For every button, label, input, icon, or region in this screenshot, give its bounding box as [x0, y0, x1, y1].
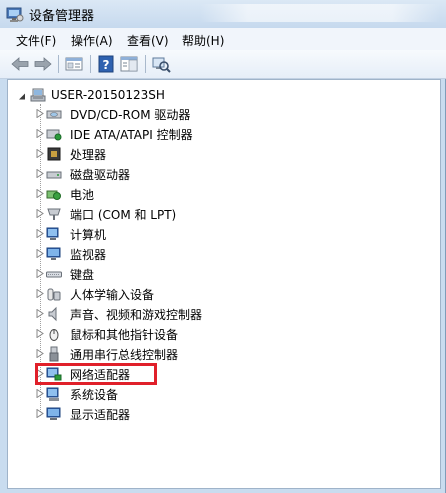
expand-arrow-icon[interactable]: [36, 349, 44, 358]
tree-item-label: 处理器: [70, 148, 107, 162]
menu-help[interactable]: 帮助(H): [182, 32, 224, 49]
tree-item-label: 监视器: [70, 248, 107, 262]
expand-arrow-icon[interactable]: [36, 109, 44, 118]
mouse-icon: [49, 329, 59, 341]
highlight-box: [35, 363, 157, 385]
tree-item-label: 磁盘驱动器: [70, 168, 131, 182]
tree-item-label: 系统设备: [70, 388, 119, 402]
speaker-icon: [48, 306, 57, 322]
expand-arrow-icon[interactable]: [36, 389, 44, 398]
computer-icon: [46, 227, 59, 240]
expand-arrow-icon[interactable]: [36, 209, 44, 218]
system-device-icon: [46, 387, 59, 401]
usb-icon: [49, 346, 59, 362]
tree-root-label: USER-20150123SH: [51, 88, 165, 102]
collapse-arrow-icon[interactable]: [18, 92, 26, 101]
toolbar-separator: [58, 55, 59, 73]
port-icon: [47, 208, 61, 220]
computer-icon: [30, 88, 46, 102]
expand-arrow-icon[interactable]: [36, 329, 44, 338]
disk-drive-icon: [46, 171, 62, 179]
monitor-icon: [46, 247, 61, 260]
device-tree-pane[interactable]: USER-20150123SH DVD/CD-ROM 驱动器 IDE ATA/A…: [7, 79, 441, 489]
expand-arrow-icon[interactable]: [36, 409, 44, 418]
expand-arrow-icon[interactable]: [36, 249, 44, 258]
scan-hardware-icon[interactable]: [151, 54, 171, 74]
properties-icon[interactable]: [64, 54, 84, 74]
expand-arrow-icon[interactable]: [36, 129, 44, 138]
tree-item-label: 键盘: [70, 268, 95, 282]
expand-arrow-icon[interactable]: [36, 189, 44, 198]
title-watermark: [200, 4, 440, 22]
expand-arrow-icon[interactable]: [36, 149, 44, 158]
tree-item-label: 声音、视频和游戏控制器: [70, 308, 203, 322]
device-manager-icon: [6, 7, 24, 22]
menu-bar: 文件(F) 操作(A) 查看(V) 帮助(H): [0, 28, 446, 51]
action-pane-icon[interactable]: [119, 54, 139, 74]
tree-item-label: 电池: [70, 188, 95, 202]
keyboard-icon: [46, 271, 62, 278]
battery-icon: [46, 190, 61, 200]
hid-icon: [47, 288, 61, 301]
toolbar-separator: [145, 55, 146, 73]
toolbar: ?: [0, 50, 446, 79]
expand-arrow-icon[interactable]: [36, 289, 44, 298]
window-title: 设备管理器: [29, 9, 95, 24]
back-arrow-icon[interactable]: [10, 54, 30, 74]
svg-text:?: ?: [103, 58, 110, 72]
tree-item-label: 端口 (COM 和 LPT): [70, 208, 177, 222]
menu-view[interactable]: 查看(V): [127, 32, 169, 49]
forward-arrow-icon[interactable]: [33, 54, 53, 74]
tree-item-label: 鼠标和其他指针设备: [70, 328, 179, 342]
tree-item-label: IDE ATA/ATAPI 控制器: [70, 128, 193, 142]
toolbar-separator: [90, 55, 91, 73]
menu-file[interactable]: 文件(F): [16, 32, 56, 49]
expand-arrow-icon[interactable]: [36, 269, 44, 278]
device-manager-window: 设备管理器 文件(F) 操作(A) 查看(V) 帮助(H) ? USER-201…: [0, 0, 446, 493]
processor-icon: [47, 147, 61, 161]
ide-controller-icon: [46, 129, 62, 141]
tree-item-label: DVD/CD-ROM 驱动器: [70, 108, 191, 122]
tree-item-label: 计算机: [70, 228, 107, 242]
menu-action[interactable]: 操作(A): [71, 32, 113, 49]
tree-item-label: 通用串行总线控制器: [70, 348, 179, 362]
tree-item-label: 显示适配器: [70, 408, 131, 422]
tree-item-label: 人体学输入设备: [70, 288, 155, 302]
display-adapter-icon: [46, 407, 61, 420]
expand-arrow-icon[interactable]: [36, 229, 44, 238]
expand-arrow-icon[interactable]: [36, 169, 44, 178]
help-icon[interactable]: ?: [96, 54, 116, 74]
dvd-drive-icon: [46, 110, 62, 119]
title-bar[interactable]: 设备管理器: [0, 0, 446, 28]
expand-arrow-icon[interactable]: [36, 309, 44, 318]
